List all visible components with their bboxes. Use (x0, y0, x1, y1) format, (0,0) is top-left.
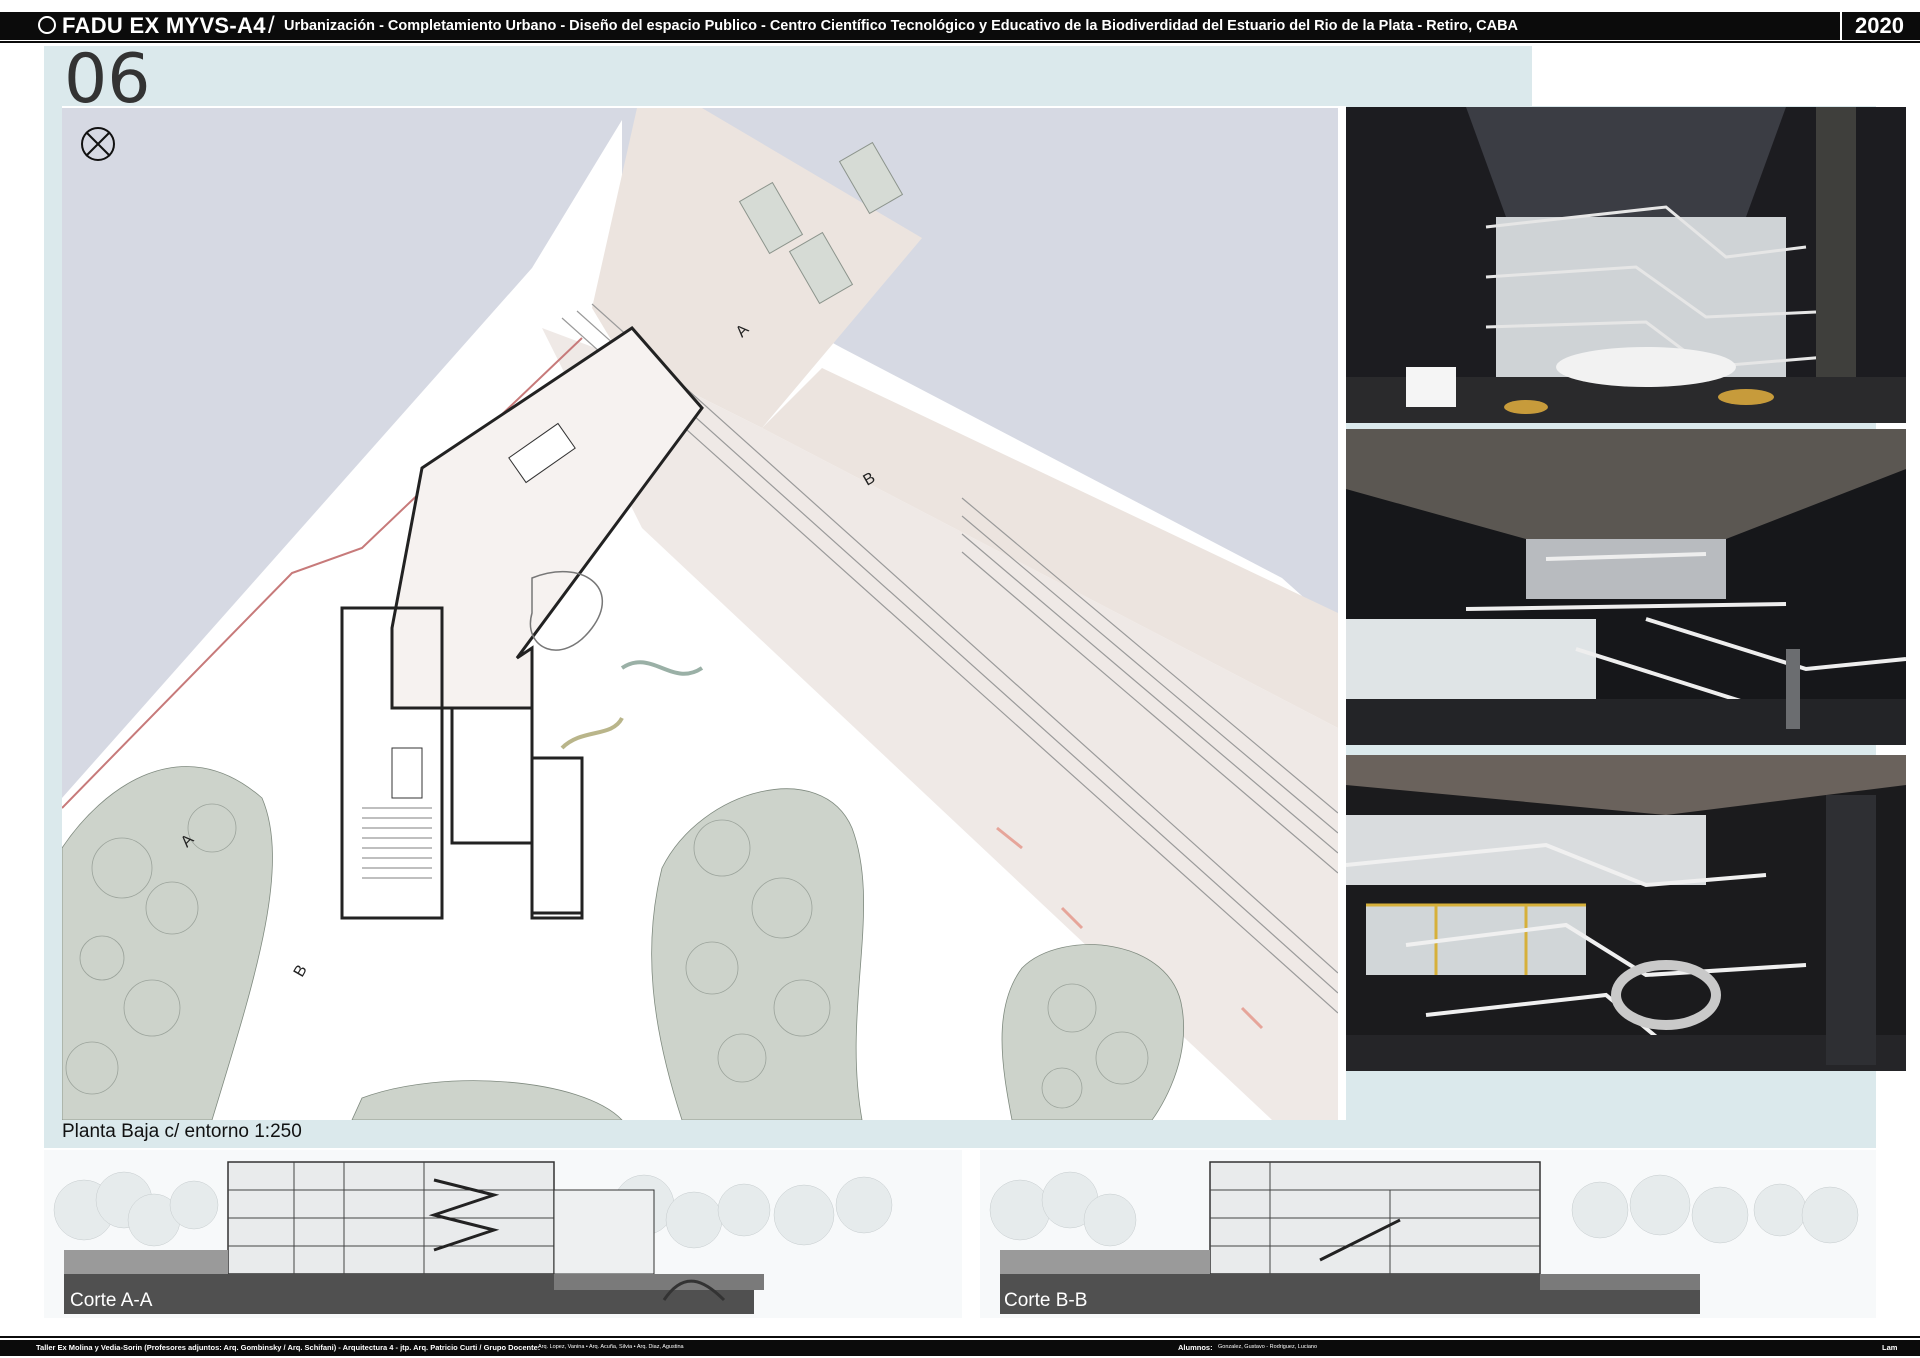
header-rule (0, 41, 1920, 43)
section-a-label: Corte A-A (70, 1290, 153, 1311)
footer-rule (0, 1336, 1920, 1338)
render-interior-atrium-2 (1346, 429, 1906, 745)
page-band-top (44, 46, 1532, 106)
sheet-id: Lam (1882, 1343, 1898, 1352)
section-a-a: Corte A-A (44, 1150, 962, 1318)
project-title: Urbanización - Completamiento Urbano - D… (284, 18, 1519, 34)
render-interior-atrium-3 (1346, 755, 1906, 1071)
year-label: 2020 (1855, 13, 1904, 38)
course-title: FADU EX MYVS-A4 (62, 13, 266, 38)
faculty-logo-icon (38, 16, 56, 34)
render-interior-atrium-1 (1346, 107, 1906, 423)
footer-bar: Taller Ex Molina y Vedia-Sorin (Profesor… (0, 1340, 1920, 1356)
ground-floor-site-plan: A B A B (62, 108, 1338, 1120)
students-label: Alumnos: (1178, 1343, 1213, 1352)
page-band-bottom (44, 1120, 1876, 1148)
students-names: Gonzalez, Gustavo - Rodriguez, Luciano (1218, 1344, 1318, 1350)
title-bar: FADU EX MYVS-A4 / Urbanización - Complet… (0, 12, 1920, 40)
title-separator: / (268, 12, 275, 39)
section-b-label: Corte B-B (1004, 1290, 1088, 1311)
teaching-team: Arq. Lopez, Vanina • Arq. Acuña, Silvia … (538, 1344, 684, 1350)
faculty-credits: Taller Ex Molina y Vedia-Sorin (Profesor… (36, 1343, 541, 1352)
page-band-left (44, 46, 62, 1146)
plan-title: Planta Baja c/ entorno 1:250 (62, 1121, 302, 1142)
section-b-b: Corte B-B (980, 1150, 1876, 1318)
